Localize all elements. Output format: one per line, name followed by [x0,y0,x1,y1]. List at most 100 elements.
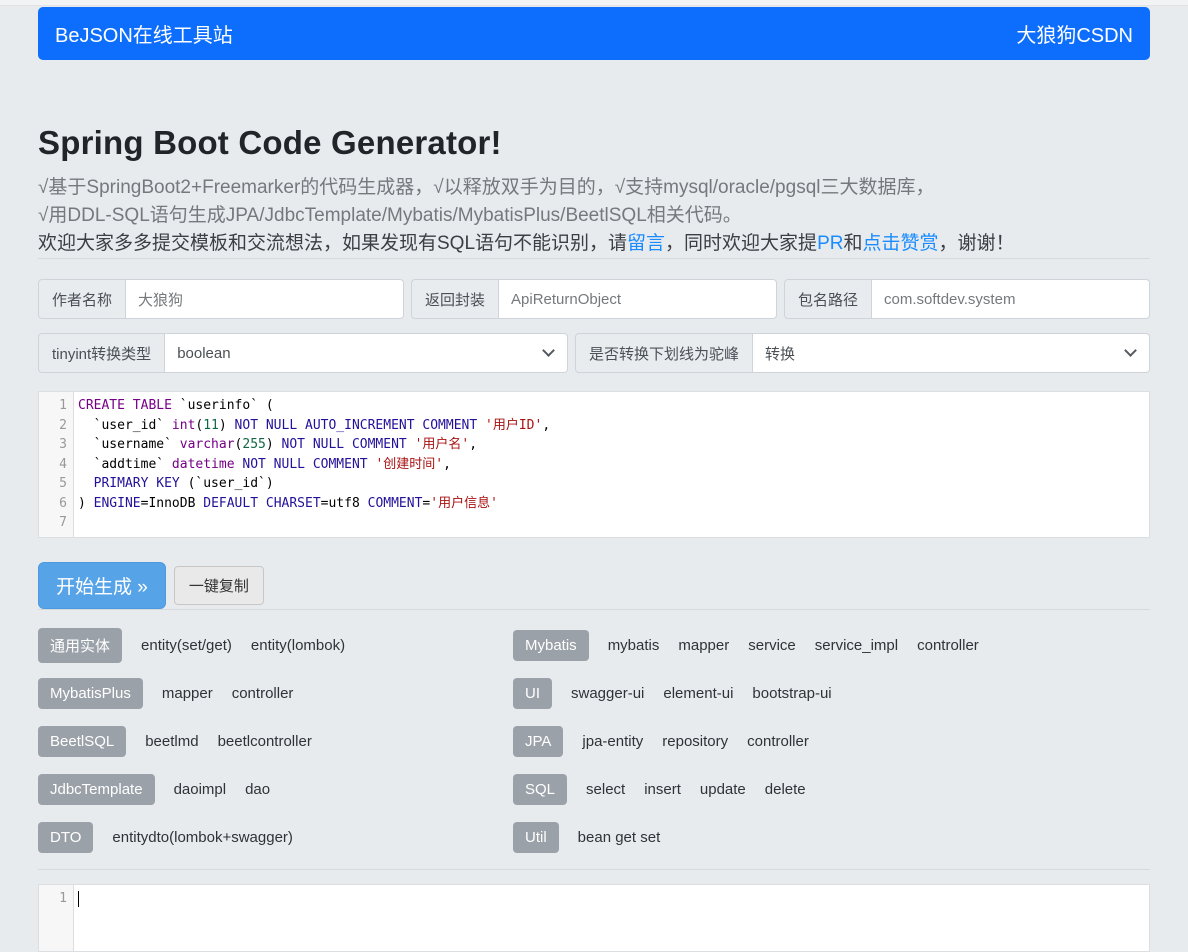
package-path-label: 包名路径 [784,279,872,319]
template-links: swagger-ui element-ui bootstrap-ui [552,685,832,702]
template-link[interactable]: entitydto(lombok+swagger) [112,829,293,846]
template-link[interactable]: mapper [678,637,729,654]
template-link[interactable]: element-ui [663,685,733,702]
template-link[interactable]: dao [245,781,270,798]
line-number: 6 [39,494,67,514]
return-wrapper-input[interactable] [499,279,777,319]
template-row: SQLselectinsertupdatedelete [513,773,1150,806]
template-row: DTOentitydto(lombok+swagger) [38,821,513,854]
template-link[interactable]: bootstrap-ui [752,685,831,702]
code-token: varchar [180,437,235,452]
template-row: BeetlSQLbeetlmdbeetlcontroller [38,725,513,758]
template-row: MybatisPlusmappercontroller [38,677,513,710]
code-token: `userinfo` ( [172,398,274,413]
template-row: UI swagger-ui element-ui bootstrap-ui [513,677,1150,710]
template-link[interactable]: insert [644,781,681,798]
divider [38,258,1150,259]
template-link[interactable]: service [748,637,796,654]
text-caret [78,891,79,907]
template-links: daoimpl dao [155,781,271,798]
code-token: COMMENT [368,496,423,511]
camel-case-selected-value: 转换 [765,343,795,364]
template-link[interactable]: select [586,781,625,798]
template-link[interactable]: daoimpl [174,781,227,798]
template-link[interactable]: beetlcontroller [218,733,312,750]
return-wrapper-label: 返回封装 [411,279,499,319]
output-code-area[interactable] [74,885,1149,952]
template-link[interactable]: entity(set/get) [141,637,232,654]
generate-button[interactable]: 开始生成 » [38,562,166,609]
template-link[interactable]: jpa-entity [582,733,643,750]
template-links: mybatis mapper service service_impl controll… [589,637,979,654]
leave-message-link[interactable]: 留言 [627,233,665,254]
code-line [78,513,1149,533]
return-wrapper-input-group: 返回封装 [411,279,777,319]
code-token: PRIMARY KEY [94,476,180,491]
template-link[interactable]: update [700,781,746,798]
author-input-group: 作者名称 [38,279,404,319]
code-token: 255 [242,437,265,452]
template-category-badge: JPA [513,726,563,757]
template-row: Utilbean get set [513,821,1150,854]
template-link[interactable]: controller [917,637,979,654]
hero-line-3-text: 欢迎大家多多提交模板和交流想法，如果发现有SQL语句不能识别，请 [38,233,627,254]
navbar: BeJSON在线工具站 大狼狗CSDN [38,7,1150,60]
template-link[interactable]: entity(lombok) [251,637,345,654]
code-token: NOT NULL AUTO_INCREMENT COMMENT [235,418,478,433]
code-token: , [469,437,477,452]
template-link[interactable]: controller [232,685,294,702]
template-link[interactable]: mybatis [608,637,660,654]
navbar-brand-link[interactable]: BeJSON在线工具站 [55,19,233,48]
code-token: NOT NULL COMMENT [242,457,367,472]
donate-link[interactable]: 点击赞赏 [862,233,938,254]
template-category-badge: UI [513,678,552,709]
hero-line-1: √基于SpringBoot2+Freemarker的代码生成器，√以释放双手为目… [38,174,1150,202]
template-links: beetlmd beetlcontroller [126,733,312,750]
sql-code-editor[interactable]: 1234567 CREATE TABLE `userinfo` ( `user_… [38,391,1150,538]
code-token: 11 [203,418,219,433]
code-token: ENGINE [94,496,141,511]
code-token: '用户信息' [430,496,498,511]
navbar-csdn-link[interactable]: 大狼狗CSDN [1016,19,1133,48]
template-links: bean get set [559,829,661,846]
template-link[interactable]: controller [747,733,809,750]
template-link[interactable]: repository [662,733,728,750]
tinyint-type-label: tinyint转换类型 [38,333,165,373]
browser-top-edge [0,0,1188,6]
template-link[interactable]: mapper [162,685,213,702]
line-number-gutter: 1234567 [39,392,74,537]
code-token: '创建时间' [375,457,443,472]
camel-case-select[interactable]: 转换 [753,333,1150,373]
code-line: ) ENGINE=InnoDB DEFAULT CHARSET=utf8 COM… [78,494,1149,514]
pr-link[interactable]: PR [817,233,843,254]
tinyint-type-select[interactable]: boolean [165,333,568,373]
sql-code-area[interactable]: CREATE TABLE `userinfo` ( `user_id` int(… [74,392,1149,537]
code-token: '用户ID' [485,418,542,433]
divider [38,869,1150,870]
page-title: Spring Boot Code Generator! [38,124,1150,162]
output-code-editor[interactable]: 1 [38,884,1150,952]
code-token: NOT NULL COMMENT [282,437,407,452]
code-token: DEFAULT CHARSET [203,496,320,511]
line-number: 3 [39,435,67,455]
chevron-down-icon [1124,344,1137,357]
code-token: `addtime` [78,457,172,472]
template-link[interactable]: service_impl [815,637,898,654]
copy-button[interactable]: 一键复制 [174,566,264,605]
template-links: mapper controller [143,685,294,702]
code-token: int [172,418,195,433]
tinyint-type-group: tinyint转换类型 boolean [38,333,568,373]
package-path-input[interactable] [872,279,1150,319]
line-number: 7 [39,513,67,533]
template-link[interactable]: delete [765,781,806,798]
code-token [407,437,415,452]
template-link[interactable]: bean get set [578,829,661,846]
author-input[interactable] [126,279,404,319]
package-path-input-group: 包名路径 [784,279,1150,319]
code-line: `user_id` int(11) NOT NULL AUTO_INCREMEN… [78,416,1149,436]
code-token: ) [78,496,94,511]
line-number: 1 [39,396,67,416]
template-link[interactable]: beetlmd [145,733,198,750]
template-link[interactable]: swagger-ui [571,685,644,702]
camel-case-group: 是否转换下划线为驼峰 转换 [575,333,1150,373]
